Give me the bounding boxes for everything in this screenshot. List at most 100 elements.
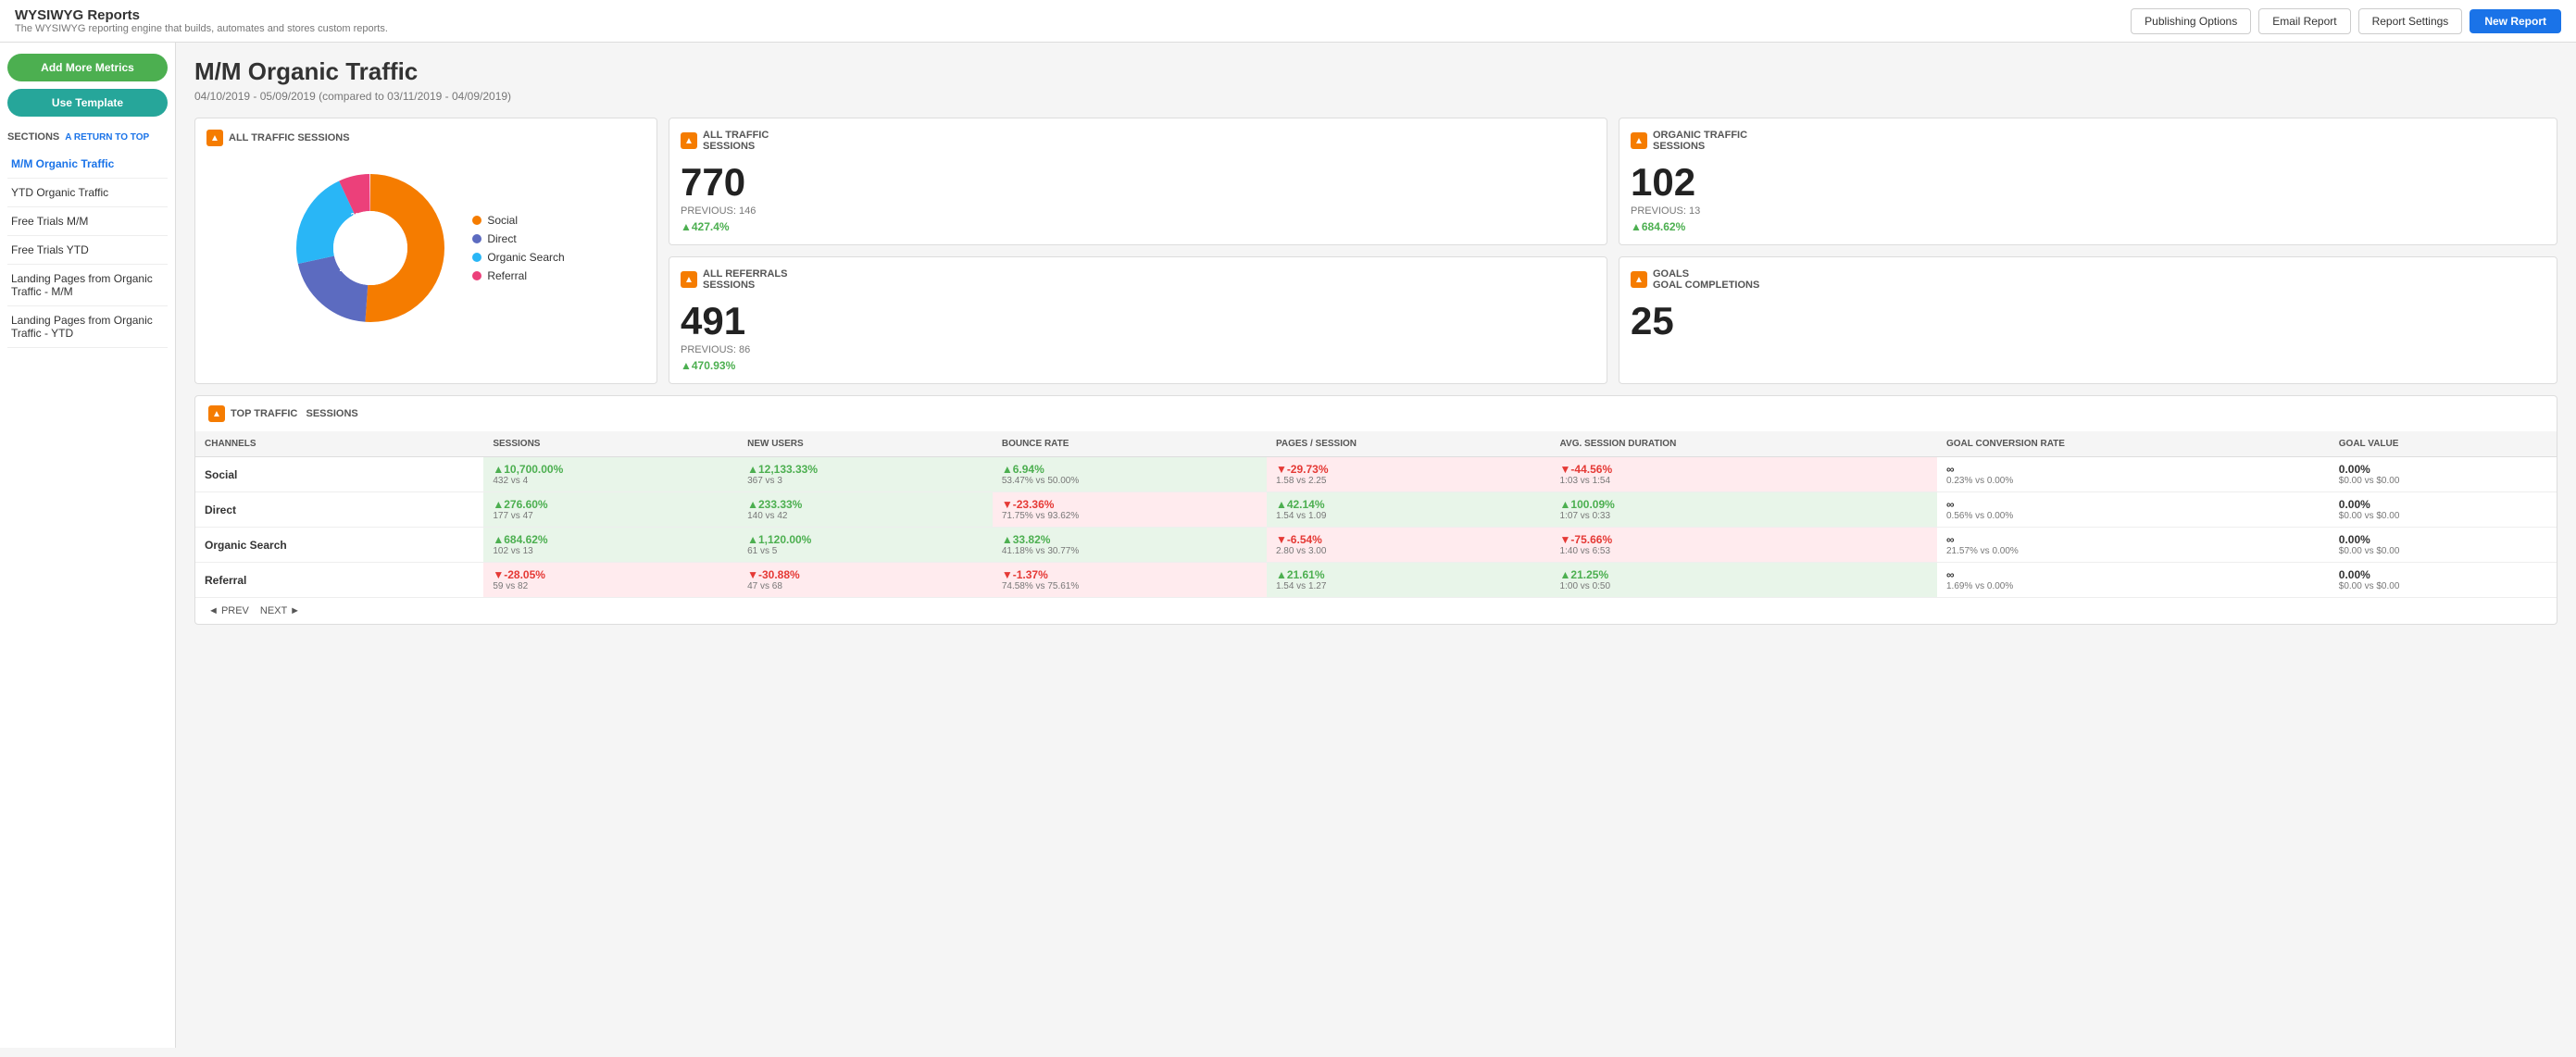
stat-card-goals: ▲ GOALS GOAL COMPLETIONS 25 <box>1619 256 2557 384</box>
legend-label-referral: Referral <box>487 269 527 282</box>
sections-label: SECTIONS <box>7 131 59 143</box>
cell-sub-value: 21.57% vs 0.00% <box>1946 546 2320 556</box>
stat-card-organic-header: ▲ ORGANIC TRAFFIC SESSIONS <box>1631 130 2545 152</box>
publishing-options-button[interactable]: Publishing Options <box>2131 8 2251 34</box>
col-goal-value: GOAL VALUE <box>2330 431 2557 457</box>
stat-previous-referrals: PREVIOUS: 86 <box>681 344 1595 355</box>
cell-main-value: ▲21.61% <box>1276 568 1542 581</box>
cell-main-value: 0.00% <box>2339 568 2547 581</box>
cell-main-value: ▼-6.54% <box>1276 533 1542 546</box>
all-traffic-icon: ▲ <box>681 132 697 149</box>
cell-main-value: 0.00% <box>2339 498 2547 511</box>
table-scroll: CHANNELS SESSIONS NEW USERS BOUNCE RATE … <box>195 431 2557 598</box>
cell-main-value: ▲42.14% <box>1276 498 1542 511</box>
table-cell: ▲100.09%1:07 vs 0:33 <box>1551 492 1937 528</box>
sidebar-nav-item-3[interactable]: Free Trials YTD <box>7 236 168 265</box>
return-to-top-link[interactable]: A RETURN TO TOP <box>65 132 149 143</box>
top-traffic-table-card: ▲ TOP TRAFFIC SESSIONS CHANNELS SESSIONS… <box>194 395 2557 625</box>
email-report-button[interactable]: Email Report <box>2258 8 2350 34</box>
report-title-section: M/M Organic Traffic 04/10/2019 - 05/09/2… <box>194 57 2557 103</box>
cell-sub-value: 1:00 vs 0:50 <box>1560 581 1928 591</box>
table-cell: ▼-29.73%1.58 vs 2.25 <box>1267 457 1551 492</box>
col-bounce-rate: BOUNCE RATE <box>993 431 1267 457</box>
cell-sub-value: 1.54 vs 1.09 <box>1276 511 1542 521</box>
stat-row-top: ▲ ALL TRAFFIC SESSIONS 770 PREVIOUS: 146… <box>669 118 2557 245</box>
cell-main-value: ▼-28.05% <box>493 568 729 581</box>
table-pagination: ◄ PREV NEXT ► <box>195 598 2557 624</box>
cell-main-value: ▲684.62% <box>493 533 729 546</box>
cell-sub-value: $0.00 vs $0.00 <box>2339 581 2547 591</box>
table-cell: ▲1,120.00%61 vs 5 <box>738 528 993 563</box>
table-cell: ▼-44.56%1:03 vs 1:54 <box>1551 457 1937 492</box>
sidebar-nav-item-2[interactable]: Free Trials M/M <box>7 207 168 236</box>
cell-sub-value: 71.75% vs 93.62% <box>1002 511 1257 521</box>
sections-header: SECTIONS A RETURN TO TOP <box>7 131 168 143</box>
cell-sub-value: 59 vs 82 <box>493 581 729 591</box>
use-template-button[interactable]: Use Template <box>7 89 168 117</box>
table-cell: 0.00%$0.00 vs $0.00 <box>2330 528 2557 563</box>
table-cell: ▼-75.66%1:40 vs 6:53 <box>1551 528 1937 563</box>
cell-sub-value: 61 vs 5 <box>747 546 983 556</box>
sidebar-nav-item-0[interactable]: M/M Organic Traffic <box>7 150 168 179</box>
stat-title-goals-2: GOAL COMPLETIONS <box>1653 280 1759 291</box>
table-cell: ▲21.25%1:00 vs 0:50 <box>1551 563 1937 598</box>
cell-sub-value: 74.58% vs 75.61% <box>1002 581 1257 591</box>
legend-label-social: Social <box>487 214 518 227</box>
app-subtitle: The WYSIWYG reporting engine that builds… <box>15 23 388 34</box>
donut-chart-svg: 51.2% 20.5% 21.5% <box>287 165 454 331</box>
table-cell: ▲42.14%1.54 vs 1.09 <box>1267 492 1551 528</box>
cell-main-value: ∞ <box>1946 498 2320 511</box>
table-cell: ▼-6.54%2.80 vs 3.00 <box>1267 528 1551 563</box>
prev-button[interactable]: ◄ PREV <box>208 605 249 616</box>
cell-main-value: Social <box>205 468 474 481</box>
table-row: Referral▼-28.05%59 vs 82▼-30.88%47 vs 68… <box>195 563 2557 598</box>
table-cell: ▲21.61%1.54 vs 1.27 <box>1267 563 1551 598</box>
cell-sub-value: 102 vs 13 <box>493 546 729 556</box>
legend-dot-social <box>472 216 481 225</box>
cell-sub-value: 1.54 vs 1.27 <box>1276 581 1542 591</box>
cell-sub-value: 1.69% vs 0.00% <box>1946 581 2320 591</box>
cell-sub-value: $0.00 vs $0.00 <box>2339 511 2547 521</box>
sidebar-nav-item-5[interactable]: Landing Pages from Organic Traffic - YTD <box>7 306 168 348</box>
cell-sub-value: 53.47% vs 50.00% <box>1002 476 1257 486</box>
stat-value-goals: 25 <box>1631 302 2545 341</box>
sidebar-nav-item-4[interactable]: Landing Pages from Organic Traffic - M/M <box>7 265 168 306</box>
report-settings-button[interactable]: Report Settings <box>2358 8 2463 34</box>
cell-main-value: ▲12,133.33% <box>747 463 983 476</box>
referrals-icon: ▲ <box>681 271 697 288</box>
stat-title-all-traffic-1: ALL TRAFFIC <box>703 130 769 141</box>
stat-previous-all-traffic: PREVIOUS: 146 <box>681 205 1595 217</box>
svg-text:21.5%: 21.5% <box>351 212 372 220</box>
cell-main-value: ▲6.94% <box>1002 463 1257 476</box>
table-cell: ▲6.94%53.47% vs 50.00% <box>993 457 1267 492</box>
stat-card-all-traffic: ▲ ALL TRAFFIC SESSIONS 770 PREVIOUS: 146… <box>669 118 1607 245</box>
stat-card-all-traffic-header: ▲ ALL TRAFFIC SESSIONS <box>681 130 1595 152</box>
goals-icon: ▲ <box>1631 271 1647 288</box>
col-sessions: SESSIONS <box>483 431 738 457</box>
cell-sub-value: $0.00 vs $0.00 <box>2339 546 2547 556</box>
cell-main-value: 0.00% <box>2339 533 2547 546</box>
table-cell: ∞21.57% vs 0.00% <box>1937 528 2330 563</box>
stat-card-referrals: ▲ ALL REFERRALS SESSIONS 491 PREVIOUS: 8… <box>669 256 1607 384</box>
widget-row-1: ▲ ALL TRAFFIC SESSIONS <box>194 118 2557 384</box>
table-cell: ▲233.33%140 vs 42 <box>738 492 993 528</box>
sidebar-nav: M/M Organic TrafficYTD Organic TrafficFr… <box>7 150 168 348</box>
new-report-button[interactable]: New Report <box>2470 9 2561 33</box>
stat-card-organic-traffic: ▲ ORGANIC TRAFFIC SESSIONS 102 PREVIOUS:… <box>1619 118 2557 245</box>
col-channels: CHANNELS <box>195 431 483 457</box>
sidebar-nav-item-1[interactable]: YTD Organic Traffic <box>7 179 168 207</box>
stat-value-organic: 102 <box>1631 163 2545 202</box>
next-button[interactable]: NEXT ► <box>260 605 300 616</box>
stat-title-all-traffic-2: SESSIONS <box>703 141 769 152</box>
add-metrics-button[interactable]: Add More Metrics <box>7 54 168 81</box>
table-cell: 0.00%$0.00 vs $0.00 <box>2330 457 2557 492</box>
cell-sub-value: 367 vs 3 <box>747 476 983 486</box>
top-traffic-header: ▲ TOP TRAFFIC SESSIONS <box>195 396 2557 431</box>
col-avg-duration: AVG. SESSION DURATION <box>1551 431 1937 457</box>
stat-value-referrals: 491 <box>681 302 1595 341</box>
svg-text:20.5%: 20.5% <box>340 265 361 273</box>
cell-sub-value: 1:03 vs 1:54 <box>1560 476 1928 486</box>
table-cell: Direct <box>195 492 483 528</box>
top-traffic-icon: ▲ <box>208 405 225 422</box>
cell-sub-value: 1.58 vs 2.25 <box>1276 476 1542 486</box>
